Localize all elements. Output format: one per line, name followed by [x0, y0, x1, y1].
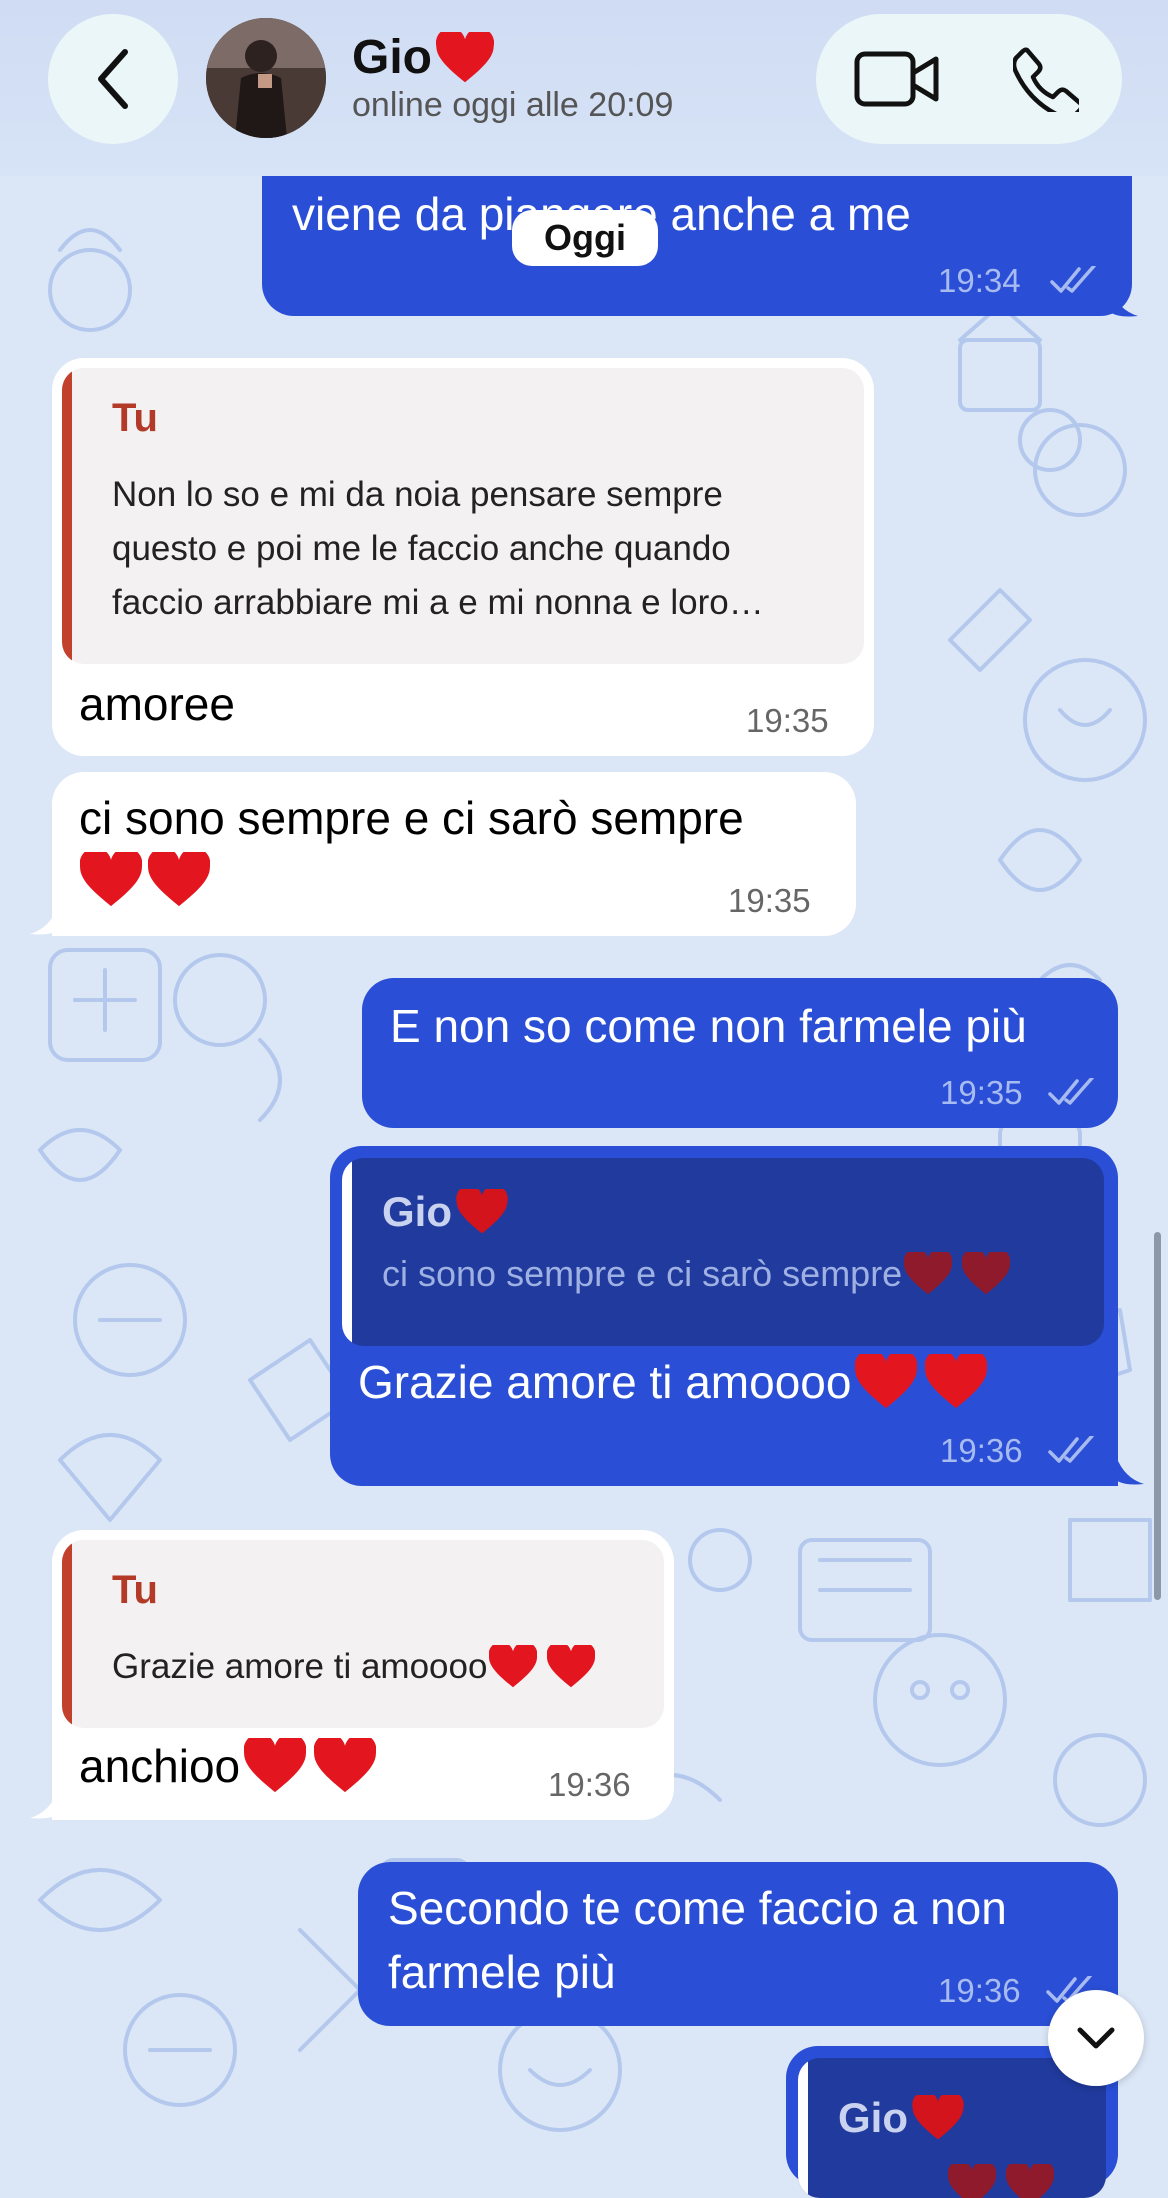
heart-icon	[244, 1738, 307, 1793]
quoted-reply[interactable]: Tu Grazie amore ti amoooo	[62, 1540, 664, 1728]
heart-icon	[912, 2095, 964, 2140]
heart-icon	[489, 1645, 538, 1688]
voice-call-button[interactable]	[1006, 44, 1086, 114]
message-text-line: farmele più	[388, 1946, 616, 1998]
message-body: Grazie amore ti amoooo	[358, 1350, 988, 1414]
message-time: 19:34	[938, 262, 1021, 299]
reply-author: Tu	[112, 396, 158, 440]
heart-icon	[948, 2164, 996, 2198]
quoted-reply[interactable]: Tu Non lo so e mi da noia pensare sempre…	[62, 368, 864, 664]
reply-text-content: Grazie amore ti amoooo	[112, 1647, 488, 1686]
quoted-reply[interactable]: Gio ci sono sempre e ci sarò sempre	[342, 1158, 1104, 1346]
message-time: 19:36	[940, 1432, 1023, 1469]
message-outgoing[interactable]: Gio ci sono sempre e ci sarò sempre Graz…	[330, 1146, 1118, 1486]
heart-icon	[148, 852, 210, 907]
reply-accent-bar	[342, 1158, 352, 1346]
reply-author: Tu	[112, 1568, 158, 1612]
message-text: amoree	[79, 678, 235, 730]
message-incoming[interactable]: ci sono sempre e ci sarò sempre 19:35	[52, 772, 856, 936]
message-text: anchioo	[79, 1740, 241, 1792]
message-text: Grazie amore ti amoooo	[358, 1356, 852, 1408]
bubble-tail	[1110, 288, 1138, 317]
contact-status: online oggi alle 20:09	[352, 86, 674, 124]
video-call-icon	[854, 51, 939, 107]
message-body: anchioo	[79, 1734, 377, 1798]
message-text-line: Secondo te come faccio a non	[388, 1882, 1007, 1934]
avatar-photo	[206, 18, 326, 138]
reply-text-line: questo e poi me le faccio anche quando	[112, 529, 731, 568]
message-outgoing[interactable]: E non so come non farmele più 19:35	[362, 978, 1118, 1128]
contact-name-text: Gio	[352, 31, 432, 84]
heart-icon	[314, 1738, 377, 1793]
heart-icon	[456, 1189, 508, 1234]
read-ticks-icon	[1048, 1078, 1094, 1105]
reply-text: Grazie amore ti amoooo	[112, 1640, 596, 1694]
reply-text: ci sono sempre e ci sarò sempre	[382, 1252, 1011, 1296]
heart-icon	[925, 1354, 988, 1409]
quoted-reply[interactable]: Gio	[798, 2058, 1106, 2198]
avatar[interactable]	[206, 18, 326, 138]
reply-text-line: faccio arrabbiare mi a e mi nonna e loro…	[112, 583, 764, 622]
message-incoming[interactable]: Tu Grazie amore ti amoooo anchioo 19:36	[52, 1530, 674, 1820]
message-time: 19:36	[548, 1766, 631, 1803]
reply-author-name: Gio	[838, 2094, 908, 2141]
read-ticks-icon	[1048, 1436, 1094, 1463]
message-outgoing[interactable]: Secondo te come faccio a non farmele più…	[358, 1862, 1118, 2026]
message-text: E non so come non farmele più	[390, 1000, 1027, 1052]
date-separator: Oggi	[512, 210, 658, 266]
contact-name[interactable]: Gio	[352, 30, 494, 85]
reply-accent-bar	[798, 2058, 808, 2198]
chat-area[interactable]: viene da piangere anche a me 19:34 Oggi …	[0, 0, 1168, 2198]
message-time: 19:36	[938, 1972, 1021, 2009]
heart-icon	[962, 1252, 1011, 1295]
reply-hearts	[948, 2164, 1054, 2198]
chevron-down-icon	[1077, 2027, 1115, 2049]
reply-text-line: Non lo so e mi da noia pensare sempre	[112, 475, 723, 514]
read-ticks-icon	[1050, 266, 1096, 293]
heart-icon	[904, 1252, 953, 1295]
message-time: 19:35	[940, 1074, 1023, 1111]
message-incoming[interactable]: Tu Non lo so e mi da noia pensare sempre…	[52, 358, 874, 756]
heart-icon	[80, 852, 142, 907]
scrollbar[interactable]	[1154, 1232, 1161, 1600]
message-text: ci sono sempre e ci sarò sempre	[79, 792, 744, 844]
call-actions	[816, 14, 1122, 144]
bubble-tail	[30, 906, 58, 935]
message-time: 19:35	[746, 702, 829, 739]
heart-icon	[1006, 2164, 1054, 2198]
reply-accent-bar	[62, 368, 72, 664]
heart-icon	[436, 31, 494, 82]
heart-icon	[855, 1354, 918, 1409]
bubble-tail	[30, 1790, 58, 1819]
bubble-tail	[1116, 1456, 1144, 1485]
heart-emojis	[80, 852, 210, 908]
reply-author: Gio	[838, 2094, 964, 2142]
chat-header: Gio online oggi alle 20:09	[0, 0, 1168, 176]
reply-accent-bar	[62, 1540, 72, 1728]
reply-author-name: Gio	[382, 1188, 452, 1235]
reply-author: Gio	[382, 1188, 508, 1236]
message-time: 19:35	[728, 882, 811, 919]
video-call-button[interactable]	[852, 44, 942, 114]
back-button[interactable]	[48, 14, 178, 144]
scroll-to-bottom-button[interactable]	[1048, 1990, 1144, 2086]
heart-icon	[547, 1645, 596, 1688]
reply-text-content: ci sono sempre e ci sarò sempre	[382, 1253, 903, 1294]
back-chevron-icon	[98, 49, 128, 109]
phone-icon	[1013, 47, 1079, 112]
